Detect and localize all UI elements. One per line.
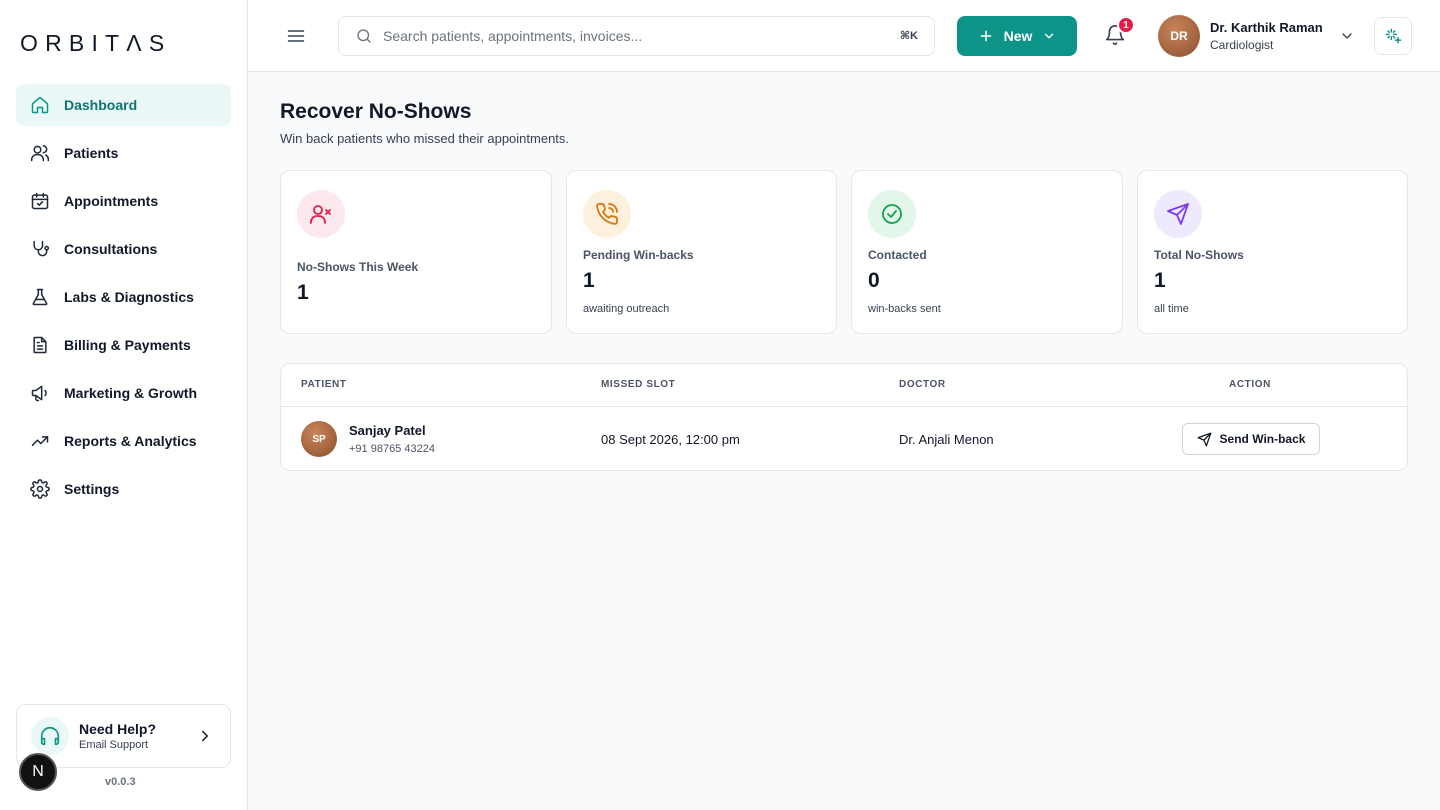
sidebar-item-reports[interactable]: Reports & Analytics	[16, 420, 231, 462]
calendar-check-icon	[30, 191, 50, 211]
doctor-name: Dr. Anjali Menon	[899, 432, 994, 447]
stat-label: Contacted	[868, 248, 927, 262]
stat-label: Pending Win-backs	[583, 248, 694, 262]
sidebar-item-label: Reports & Analytics	[64, 433, 197, 449]
plus-icon	[978, 28, 994, 44]
check-circle-icon	[868, 190, 916, 238]
stat-value: 0	[868, 269, 880, 292]
search-input[interactable]	[383, 28, 883, 44]
notification-badge: 1	[1117, 16, 1135, 34]
file-text-icon	[30, 335, 50, 355]
column-header-doctor: DOCTOR	[899, 379, 946, 390]
sidebar-item-label: Labs & Diagnostics	[64, 289, 194, 305]
stat-value: 1	[297, 281, 309, 304]
user-menu[interactable]: DR Dr. Karthik Raman Cardiologist	[1158, 14, 1355, 58]
sidebar-item-label: Marketing & Growth	[64, 385, 198, 401]
menu-icon[interactable]	[286, 26, 306, 51]
sidebar-item-appointments[interactable]: Appointments	[16, 180, 231, 222]
topbar: ⌘K New 1 DR Dr. Karthik Raman Cardiologi…	[248, 0, 1440, 72]
stat-label: No-Shows This Week	[297, 260, 419, 274]
user-info: Dr. Karthik Raman Cardiologist	[1210, 20, 1323, 52]
phone-call-icon	[583, 190, 631, 238]
new-button-label: New	[1003, 28, 1033, 44]
help-text: Need Help? Email Support	[79, 721, 156, 751]
column-header-patient: PATIENT	[301, 379, 347, 390]
help-subtitle: Email Support	[79, 739, 149, 751]
avatar: DR	[1158, 15, 1200, 57]
stat-note: all time	[1154, 303, 1189, 315]
no-shows-table: PATIENT MISSED SLOT DOCTOR ACTION SP San…	[280, 363, 1408, 471]
stat-card-contacted: Contacted 0 win-backs sent	[851, 170, 1123, 334]
patient-name[interactable]: Sanjay Patel	[349, 423, 426, 438]
brand-logo[interactable]: ORBITΛS	[20, 30, 171, 57]
page-subtitle: Win back patients who missed their appoi…	[280, 131, 570, 146]
sparkles-icon	[1383, 26, 1403, 46]
sidebar-item-marketing[interactable]: Marketing & Growth	[16, 372, 231, 414]
user-x-icon	[297, 190, 345, 238]
stat-value: 1	[1154, 269, 1166, 292]
dev-tools-badge[interactable]: N	[19, 753, 57, 791]
send-win-back-label: Send Win-back	[1219, 432, 1306, 446]
column-header-missed-slot: MISSED SLOT	[601, 379, 676, 390]
stat-value: 1	[583, 269, 595, 292]
help-title: Need Help?	[79, 721, 157, 737]
table-row: SP Sanjay Patel +91 98765 43224 08 Sept …	[281, 407, 1407, 471]
sidebar-item-dashboard[interactable]: Dashboard	[16, 84, 231, 126]
stat-note: awaiting outreach	[583, 303, 670, 315]
trending-up-icon	[30, 431, 50, 451]
send-win-back-button[interactable]: Send Win-back	[1182, 423, 1320, 455]
sidebar-item-labs[interactable]: Labs & Diagnostics	[16, 276, 231, 318]
chevron-right-icon	[196, 727, 214, 750]
patient-avatar: SP	[301, 421, 337, 457]
stat-card-total-no-shows: Total No-Shows 1 all time	[1137, 170, 1408, 334]
sidebar-item-label: Settings	[64, 481, 120, 497]
stethoscope-icon	[30, 239, 50, 259]
stat-card-no-shows-week: No-Shows This Week 1	[280, 170, 552, 334]
ai-assistant-button[interactable]	[1374, 17, 1412, 55]
app-version: v0.0.3	[105, 776, 136, 788]
flask-icon	[30, 287, 50, 307]
chevron-down-icon	[1339, 28, 1355, 44]
gear-icon	[30, 479, 50, 499]
sidebar-item-label: Dashboard	[64, 97, 138, 113]
patient-phone: +91 98765 43224	[349, 443, 435, 455]
sidebar-item-label: Patients	[64, 145, 119, 161]
send-icon	[1154, 190, 1202, 238]
new-button[interactable]: New	[957, 16, 1077, 56]
user-name: Dr. Karthik Raman	[1210, 20, 1323, 35]
sidebar-item-label: Consultations	[64, 241, 158, 257]
table-header: PATIENT MISSED SLOT DOCTOR ACTION	[281, 364, 1407, 407]
sidebar-item-consultations[interactable]: Consultations	[16, 228, 231, 270]
headphones-icon	[31, 717, 69, 755]
chevron-down-icon	[1042, 29, 1056, 43]
sidebar-item-billing[interactable]: Billing & Payments	[16, 324, 231, 366]
page-title: Recover No-Shows	[280, 100, 472, 123]
user-role: Cardiologist	[1210, 38, 1274, 52]
sidebar: ORBITΛS Dashboard Patients Appointments …	[0, 0, 248, 810]
send-icon	[1197, 432, 1212, 447]
sidebar-item-settings[interactable]: Settings	[16, 468, 231, 510]
home-icon	[30, 95, 50, 115]
users-icon	[30, 143, 50, 163]
missed-slot: 08 Sept 2026, 12:00 pm	[601, 432, 740, 447]
sidebar-item-label: Billing & Payments	[64, 337, 191, 353]
stat-note: win-backs sent	[868, 303, 941, 315]
search-shortcut: ⌘K	[899, 30, 918, 42]
sidebar-item-label: Appointments	[64, 193, 159, 209]
sidebar-nav: Dashboard Patients Appointments Consulta…	[16, 84, 231, 516]
stat-card-pending-winbacks: Pending Win-backs 1 awaiting outreach	[566, 170, 837, 334]
megaphone-icon	[30, 383, 50, 403]
stat-label: Total No-Shows	[1154, 248, 1244, 262]
search-bar[interactable]: ⌘K	[338, 16, 935, 56]
column-header-action: ACTION	[1229, 379, 1271, 390]
sidebar-item-patients[interactable]: Patients	[16, 132, 231, 174]
search-icon	[355, 27, 373, 45]
